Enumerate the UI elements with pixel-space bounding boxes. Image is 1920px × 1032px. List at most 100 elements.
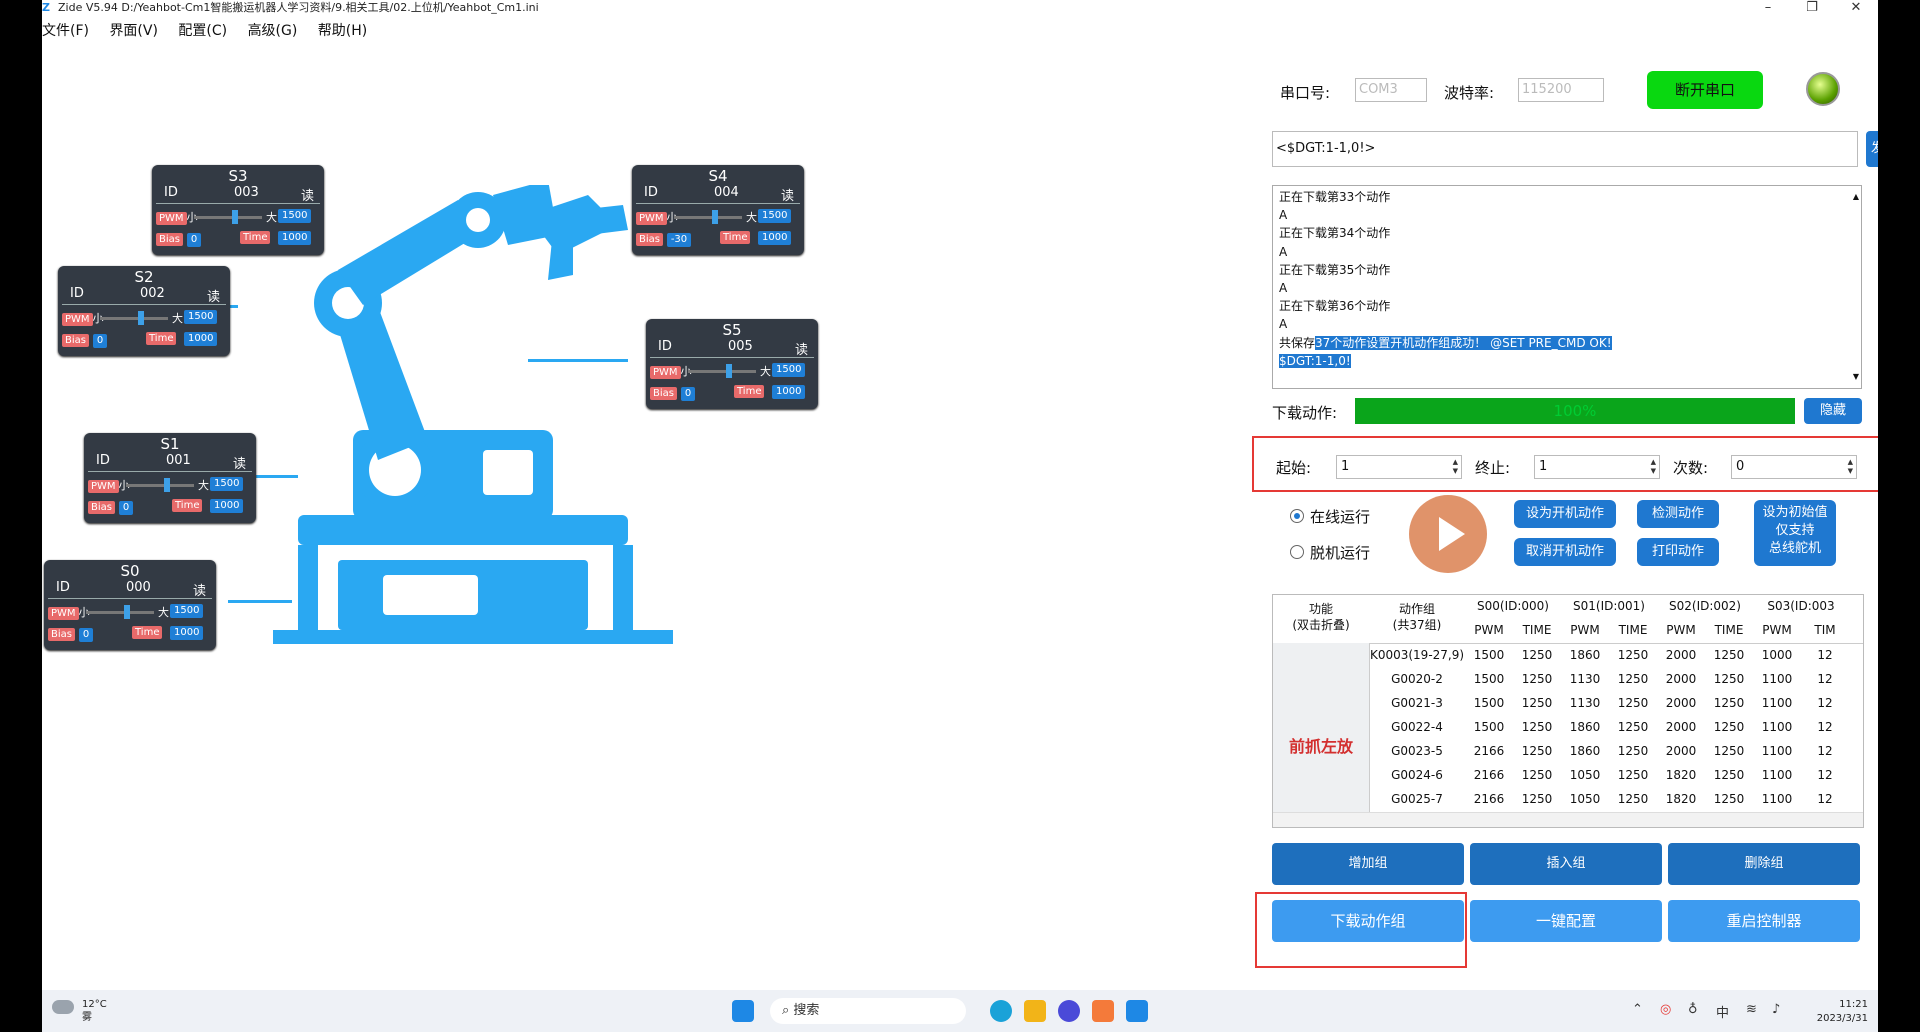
restart-controller-button[interactable]: 重启控制器 (1668, 900, 1860, 942)
send-button[interactable]: 发送 (1866, 131, 1878, 167)
insert-group-button[interactable]: 插入组 (1470, 843, 1662, 885)
pwm-spinbox[interactable]: 1500 (170, 604, 204, 618)
pwm-spinbox[interactable]: 1500 (210, 477, 244, 491)
zide-taskbar-icon[interactable] (1126, 1000, 1148, 1022)
bias-spinbox[interactable]: 0 (680, 387, 696, 401)
row-group-cell[interactable]: G0020-2 (1369, 667, 1465, 691)
row-value-cell[interactable]: 2166 (1465, 787, 1513, 811)
set-initial-value-button[interactable]: 设为初始值 仅支持 总线舵机 (1754, 500, 1836, 566)
time-spinbox[interactable]: 1000 (210, 499, 244, 513)
row-group-cell[interactable]: G0021-3 (1369, 691, 1465, 715)
disconnect-serial-button[interactable]: 断开串口 (1647, 71, 1763, 109)
cancel-boot-action-button[interactable]: 取消开机动作 (1514, 538, 1616, 566)
row-value-cell[interactable]: 1130 (1561, 667, 1609, 691)
pwm-spinbox[interactable]: 1500 (772, 363, 806, 377)
read-button[interactable]: 读 (193, 580, 206, 599)
row-value-cell[interactable]: 1250 (1513, 763, 1561, 787)
row-value-cell[interactable]: 12 (1801, 691, 1849, 715)
action-group-table[interactable]: 功能 (双击折叠) 动作组 (共37组) S00(ID:000) S01(ID:… (1272, 594, 1864, 828)
tray-chevron-icon[interactable]: ⌃ (1632, 1002, 1643, 1017)
row-value-cell[interactable]: 1100 (1753, 691, 1801, 715)
set-boot-action-button[interactable]: 设为开机动作 (1514, 500, 1616, 528)
row-group-cell[interactable]: G0025-7 (1369, 787, 1465, 811)
row-group-cell[interactable]: G0022-4 (1369, 715, 1465, 739)
weather-widget[interactable]: 12°C 雾 (82, 998, 107, 1024)
row-value-cell[interactable]: 1130 (1561, 691, 1609, 715)
row-group-cell[interactable]: G0024-6 (1369, 763, 1465, 787)
tray-record-icon[interactable]: ◎ (1660, 1002, 1671, 1017)
horizontal-scrollbar[interactable] (1273, 812, 1863, 827)
add-group-button[interactable]: 增加组 (1272, 843, 1464, 885)
scroll-up-icon[interactable]: ▲ (1853, 188, 1859, 206)
command-input[interactable]: <$DGT:1-1,0!> (1272, 131, 1858, 167)
row-value-cell[interactable]: 2000 (1657, 739, 1705, 763)
download-action-group-button[interactable]: 下载动作组 (1272, 900, 1464, 942)
row-value-cell[interactable]: 2166 (1465, 763, 1513, 787)
row-value-cell[interactable]: 1500 (1465, 643, 1513, 667)
row-value-cell[interactable]: 1500 (1465, 667, 1513, 691)
row-value-cell[interactable]: 1250 (1609, 643, 1657, 667)
row-value-cell[interactable]: 12 (1801, 787, 1849, 811)
bias-spinbox[interactable]: -30 (666, 233, 692, 247)
row-value-cell[interactable]: 1100 (1753, 739, 1801, 763)
menu-view[interactable]: 界面(V) (109, 23, 158, 39)
spin-arrows-icon[interactable]: ▲ ▼ (1848, 458, 1853, 476)
row-value-cell[interactable]: 1050 (1561, 787, 1609, 811)
row-value-cell[interactable]: 1100 (1753, 787, 1801, 811)
wifi-icon[interactable]: ≋ (1746, 1002, 1757, 1017)
row-value-cell[interactable]: 12 (1801, 715, 1849, 739)
bias-spinbox[interactable]: 0 (186, 233, 202, 247)
ime-indicator[interactable]: 中 (1716, 1002, 1729, 1021)
volume-icon[interactable]: ♪ (1772, 1002, 1780, 1017)
row-value-cell[interactable]: 1050 (1561, 763, 1609, 787)
row-value-cell[interactable]: 12 (1801, 763, 1849, 787)
pwm-spinbox[interactable]: 1500 (758, 209, 792, 223)
read-button[interactable]: 读 (301, 185, 314, 204)
read-button[interactable]: 读 (781, 185, 794, 204)
row-value-cell[interactable]: 1000 (1753, 643, 1801, 667)
menu-help[interactable]: 帮助(H) (318, 23, 367, 39)
print-action-button[interactable]: 打印动作 (1637, 538, 1719, 566)
row-value-cell[interactable]: 1250 (1609, 691, 1657, 715)
row-value-cell[interactable]: 1250 (1513, 715, 1561, 739)
row-value-cell[interactable]: 1250 (1513, 667, 1561, 691)
offline-run-radio[interactable]: 脱机运行 (1290, 542, 1370, 563)
read-button[interactable]: 读 (207, 286, 220, 305)
time-spinbox[interactable]: 1000 (170, 626, 204, 640)
read-button[interactable]: 读 (795, 339, 808, 358)
pwm-spinbox[interactable]: 1500 (278, 209, 312, 223)
row-value-cell[interactable]: 12 (1801, 667, 1849, 691)
start-spinbox[interactable]: 1 ▲ ▼ (1336, 455, 1462, 479)
read-button[interactable]: 读 (233, 453, 246, 472)
pwm-slider[interactable] (688, 364, 756, 378)
port-field[interactable]: COM3 (1355, 78, 1427, 102)
menu-advanced[interactable]: 高级(G) (248, 23, 298, 39)
pwm-spinbox[interactable]: 1500 (184, 310, 218, 324)
row-group-cell[interactable]: K0003(19-27,9) (1369, 643, 1465, 667)
bias-spinbox[interactable]: 0 (78, 628, 94, 642)
detect-action-button[interactable]: 检测动作 (1637, 500, 1719, 528)
microphone-icon[interactable]: ♁ (1688, 1002, 1698, 1017)
bias-spinbox[interactable]: 0 (118, 501, 134, 515)
time-spinbox[interactable]: 1000 (184, 332, 218, 346)
row-value-cell[interactable]: 1250 (1513, 691, 1561, 715)
row-value-cell[interactable]: 1250 (1705, 739, 1753, 763)
row-value-cell[interactable]: 1820 (1657, 763, 1705, 787)
time-spinbox[interactable]: 1000 (278, 231, 312, 245)
row-value-cell[interactable]: 1860 (1561, 715, 1609, 739)
play-button[interactable] (1409, 495, 1487, 573)
spin-arrows-icon[interactable]: ▲ ▼ (1453, 458, 1458, 476)
row-group-cell[interactable]: G0023-5 (1369, 739, 1465, 763)
pwm-slider[interactable] (194, 210, 262, 224)
row-value-cell[interactable]: 1250 (1609, 763, 1657, 787)
time-spinbox[interactable]: 1000 (772, 385, 806, 399)
one-key-config-button[interactable]: 一键配置 (1470, 900, 1662, 942)
app-icon[interactable] (1058, 1000, 1080, 1022)
row-value-cell[interactable]: 1250 (1513, 787, 1561, 811)
row-value-cell[interactable]: 1250 (1705, 763, 1753, 787)
row-value-cell[interactable]: 1250 (1705, 787, 1753, 811)
row-value-cell[interactable]: 2000 (1657, 643, 1705, 667)
bias-spinbox[interactable]: 0 (92, 334, 108, 348)
row-value-cell[interactable]: 1250 (1609, 739, 1657, 763)
edge-browser-icon[interactable] (990, 1000, 1012, 1022)
